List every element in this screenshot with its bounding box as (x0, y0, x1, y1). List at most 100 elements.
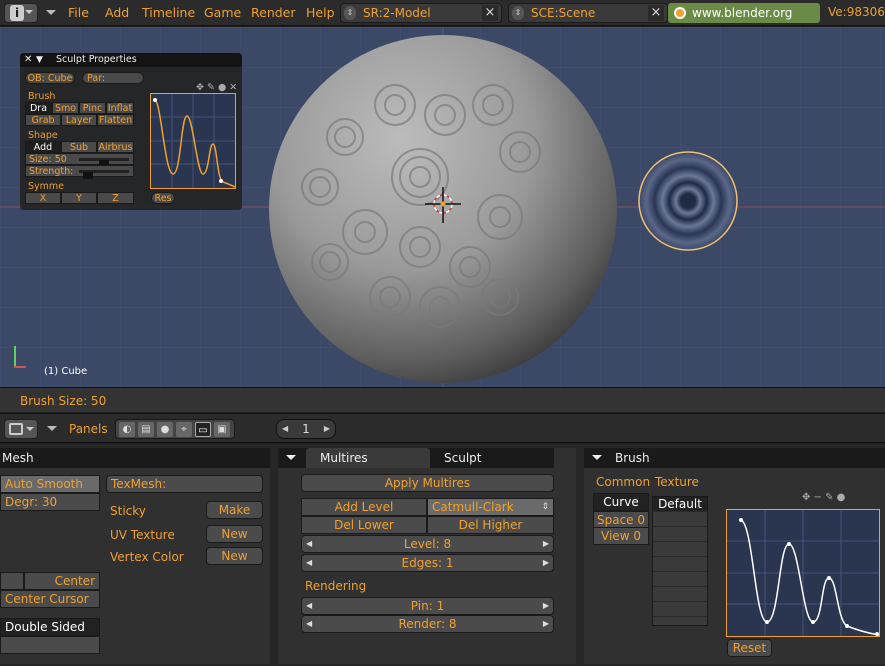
close-icon[interactable]: × (648, 5, 664, 21)
collapse-icon[interactable]: ▼ (36, 53, 43, 67)
strength-slider-knob[interactable] (83, 172, 93, 179)
edges-field[interactable]: ◀ Edges: 1 ▶ (301, 554, 554, 572)
collapse-menu-icon[interactable] (46, 10, 56, 20)
brush-draw-button[interactable]: Dra (25, 102, 52, 114)
window-type-button[interactable] (4, 419, 38, 439)
texture-slot[interactable] (653, 572, 707, 587)
shape-airbrush-button[interactable]: Airbrus (97, 141, 134, 153)
apply-multires-button[interactable]: Apply Multires (301, 474, 554, 492)
curve-tool-icons[interactable]: ✥ ✎ ● ✕ (196, 82, 237, 93)
strength-slider[interactable]: Strength: (25, 165, 134, 179)
texture-slot[interactable] (653, 602, 707, 617)
increment-arrow-icon[interactable]: ▶ (324, 420, 330, 438)
increment-arrow-icon[interactable]: ▶ (543, 555, 549, 571)
texture-slot[interactable] (653, 527, 707, 542)
close-icon[interactable]: ✕ (24, 53, 32, 67)
panels-menu[interactable]: Panels (69, 422, 108, 436)
sculpt-properties-panel: ✕ ▼ Sculpt Properties OB: Cube Par: Brus… (20, 53, 242, 210)
object-context-icon[interactable]: ⌖ (176, 422, 192, 437)
window-type-button[interactable]: i (4, 3, 38, 23)
texture-slot[interactable] (653, 542, 707, 557)
brush-panel-header[interactable]: Brush (584, 448, 885, 468)
decrement-arrow-icon[interactable]: ◀ (306, 536, 312, 552)
pin-field[interactable]: ◀ Pin: 1 ▶ (301, 597, 554, 615)
decrement-arrow-icon[interactable]: ◀ (306, 598, 312, 614)
brush-grab-button[interactable]: Grab (25, 114, 61, 126)
curve-button[interactable]: Curve (593, 493, 649, 511)
render-level-field[interactable]: ◀ Render: 8 ▶ (301, 615, 554, 633)
subdivision-type-select[interactable]: Catmull-Clark ⇕ (427, 498, 554, 516)
size-slider[interactable]: Size: 50 (25, 153, 134, 167)
texture-slot-list[interactable]: Default (652, 496, 708, 626)
menu-timeline[interactable]: Timeline (142, 5, 195, 20)
texture-slot[interactable] (653, 557, 707, 572)
collapse-triangle-icon[interactable] (592, 455, 602, 465)
texture-slot[interactable] (653, 587, 707, 602)
view-field[interactable]: View 0 (593, 527, 649, 545)
menu-render[interactable]: Render (251, 5, 296, 20)
center-new-button[interactable]: Center New (24, 572, 100, 604)
brush-inflate-button[interactable]: Inflat (106, 102, 134, 114)
close-icon[interactable]: × (482, 5, 498, 21)
del-lower-button[interactable]: Del Lower (301, 516, 427, 534)
brush-layer-button[interactable]: Layer (61, 114, 97, 126)
level-field[interactable]: ◀ Level: 8 ▶ (301, 535, 554, 553)
menu-help[interactable]: Help (306, 5, 335, 20)
sculpt-falloff-curve[interactable] (150, 93, 236, 189)
no-v-normal-flip-toggle[interactable] (0, 636, 100, 654)
increment-arrow-icon[interactable]: ▶ (543, 616, 549, 632)
brush-pinch-button[interactable]: Pinc (79, 102, 106, 114)
editing-context-icon[interactable]: ▭ (195, 422, 211, 437)
center-cursor-button[interactable]: Center Cursor (0, 590, 100, 608)
increment-arrow-icon[interactable]: ▶ (543, 598, 549, 614)
sticky-make-button[interactable]: Make (206, 501, 263, 519)
menu-add[interactable]: Add (105, 5, 129, 20)
del-higher-button[interactable]: Del Higher (427, 516, 554, 534)
brush-falloff-curve[interactable] (726, 509, 880, 637)
texmesh-field[interactable]: TexMesh: (106, 475, 263, 493)
brush-smooth-button[interactable]: Smo (52, 102, 79, 114)
tab-multires[interactable]: Multires (306, 448, 430, 468)
scene-dropdown[interactable]: ⇕ SCE:Scene × (508, 3, 668, 23)
degr-slider[interactable]: Degr: 30 (0, 493, 100, 511)
brush-flatten-button[interactable]: Flatten (97, 114, 134, 126)
auto-smooth-toggle[interactable]: Auto Smooth (0, 475, 100, 493)
screen-dropdown[interactable]: ⇕ SR:2-Model × (340, 3, 502, 23)
vertex-color-new-button[interactable]: New (206, 547, 263, 565)
decrement-arrow-icon[interactable]: ◀ (306, 555, 312, 571)
ob-field[interactable]: OB: Cube (25, 72, 75, 84)
texture-slot-default[interactable]: Default (653, 497, 707, 512)
decrement-arrow-icon[interactable]: ◀ (306, 616, 312, 632)
shape-sub-button[interactable]: Sub (61, 141, 97, 153)
collapse-menu-icon[interactable] (47, 426, 57, 436)
blender-url[interactable]: www.blender.org 244.1 (668, 3, 820, 40)
scene-context-icon[interactable]: ▣ (214, 422, 230, 437)
add-level-button[interactable]: Add Level (301, 498, 427, 516)
collapse-triangle-icon[interactable] (286, 455, 296, 465)
center-button[interactable] (0, 572, 24, 590)
tab-sculpt[interactable]: Sculpt (430, 448, 554, 468)
shape-add-button[interactable]: Add (25, 141, 61, 153)
symmetry-y-button[interactable]: Y (61, 192, 97, 204)
curve-tool-icons[interactable]: ✥ − ✎ ● (802, 492, 845, 503)
double-sided-toggle[interactable]: Double Sided (0, 618, 100, 636)
symmetry-z-button[interactable]: Z (97, 192, 134, 204)
3d-viewport[interactable]: (1) Cube ✕ ▼ Sculpt Properties OB: Cube … (0, 27, 885, 387)
script-context-icon[interactable]: ▤ (138, 422, 154, 437)
sculpt-panel-header[interactable]: ✕ ▼ Sculpt Properties (20, 53, 242, 67)
increment-arrow-icon[interactable]: ▶ (543, 536, 549, 552)
frame-number-field[interactable]: ◀ 1 ▶ (276, 419, 336, 439)
logic-context-icon[interactable]: ◐ (119, 422, 135, 437)
texture-slot[interactable] (653, 512, 707, 527)
mesh-panel-header[interactable]: Mesh (0, 448, 270, 468)
decrement-arrow-icon[interactable]: ◀ (282, 420, 288, 438)
curve-reset-button[interactable]: Res (151, 192, 175, 204)
uv-texture-new-button[interactable]: New (206, 525, 263, 543)
par-field[interactable]: Par: (82, 72, 144, 84)
brush-curve-reset-button[interactable]: Reset (727, 639, 772, 657)
menu-file[interactable]: File (68, 5, 89, 20)
shading-context-icon[interactable]: ● (157, 422, 173, 437)
menu-game[interactable]: Game (204, 5, 241, 20)
up-down-arrows-icon: ⇕ (541, 502, 549, 512)
symmetry-x-button[interactable]: X (25, 192, 61, 204)
